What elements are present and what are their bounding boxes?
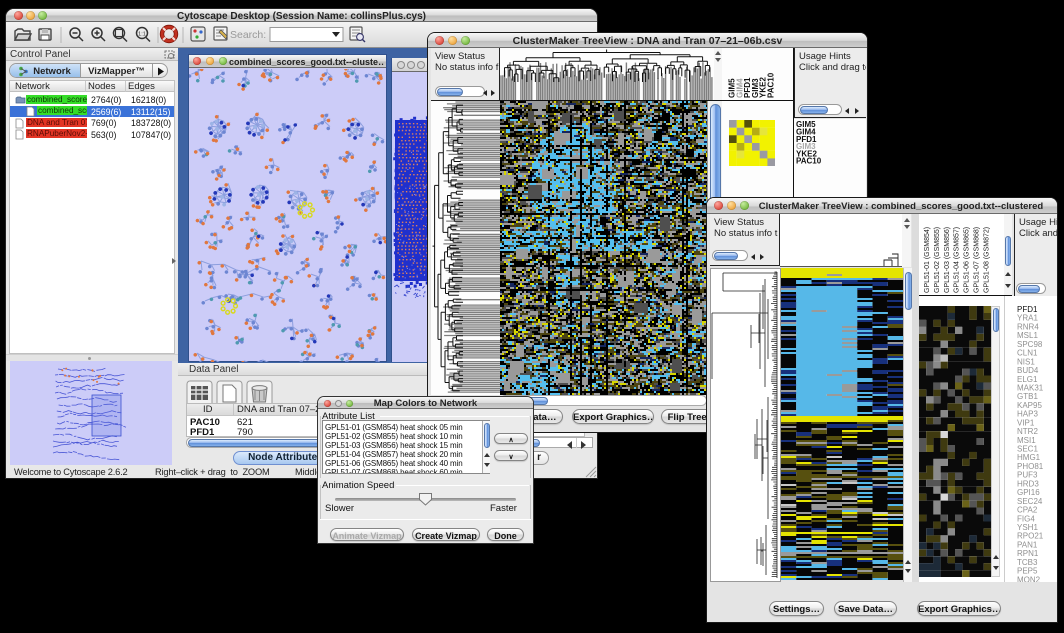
svg-text:CLN1: CLN1: [1017, 349, 1038, 358]
svg-text:GPL51-08 (GSM872): GPL51-08 (GSM872): [983, 227, 990, 293]
svg-text:RPN1: RPN1: [1017, 549, 1039, 558]
svg-text:1:1: 1:1: [138, 32, 146, 38]
svg-text:GPL51-07 (GSM868): GPL51-07 (GSM868): [974, 227, 981, 293]
svg-text:RNR4: RNR4: [1017, 322, 1039, 331]
svg-text:YRA1: YRA1: [1017, 314, 1038, 323]
svg-text:ELG1: ELG1: [1017, 375, 1038, 384]
svg-text:GPI16: GPI16: [1017, 488, 1040, 497]
svg-text:NTR2: NTR2: [1017, 427, 1038, 436]
svg-text:HRD3: HRD3: [1017, 479, 1039, 488]
svg-text:FIG4: FIG4: [1017, 514, 1035, 523]
svg-text:SEC1: SEC1: [1017, 445, 1038, 454]
svg-text:YSH1: YSH1: [1017, 523, 1038, 532]
svg-text:MSI1: MSI1: [1017, 436, 1036, 445]
svg-text:SPC98: SPC98: [1017, 340, 1043, 349]
svg-text:MON2: MON2: [1017, 575, 1041, 582]
svg-text:GPL51-04 (GSM857): GPL51-04 (GSM857): [954, 227, 961, 293]
svg-text:GPL51-06 (GSM865): GPL51-06 (GSM865): [964, 227, 971, 293]
svg-text:PEP5: PEP5: [1017, 567, 1038, 576]
svg-text:NIS1: NIS1: [1017, 357, 1035, 366]
svg-text:PAC10: PAC10: [767, 72, 776, 98]
svg-text:HAP3: HAP3: [1017, 410, 1038, 419]
svg-text:CPA2: CPA2: [1017, 506, 1038, 515]
svg-text:VIP1: VIP1: [1017, 418, 1035, 427]
svg-text:MSL1: MSL1: [1017, 331, 1038, 340]
svg-text:GPL51-02 (GSM855): GPL51-02 (GSM855): [934, 227, 941, 293]
svg-text:PUF3: PUF3: [1017, 471, 1038, 480]
svg-text:SEC24: SEC24: [1017, 497, 1043, 506]
svg-text:TCB3: TCB3: [1017, 558, 1038, 567]
svg-text:PAC10: PAC10: [796, 157, 822, 166]
svg-text:KAP95: KAP95: [1017, 401, 1042, 410]
svg-text:HMG1: HMG1: [1017, 453, 1041, 462]
svg-text:PFD1: PFD1: [1017, 305, 1038, 314]
svg-text:Search:: Search:: [230, 29, 266, 41]
svg-text:MAK31: MAK31: [1017, 384, 1044, 393]
svg-text:GTB1: GTB1: [1017, 392, 1038, 401]
svg-text:RPO21: RPO21: [1017, 532, 1044, 541]
svg-text:PAN1: PAN1: [1017, 540, 1038, 549]
svg-text:BUD4: BUD4: [1017, 366, 1039, 375]
svg-text:GPL51-01 (GSM854): GPL51-01 (GSM854): [924, 227, 931, 293]
svg-text:GPL51-03 (GSM856): GPL51-03 (GSM856): [944, 227, 951, 293]
svg-text:PHO81: PHO81: [1017, 462, 1044, 471]
